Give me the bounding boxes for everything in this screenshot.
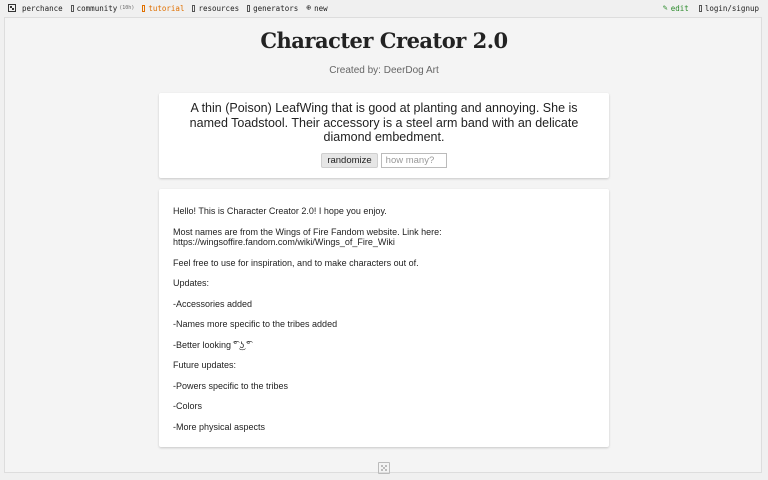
edit-link[interactable]: ✎ edit xyxy=(663,4,689,13)
top-navigation-bar: perchance community (10h) tutorial resou… xyxy=(0,0,768,16)
update-item: -Better looking ͡° ͜ʖ ͡° xyxy=(173,339,251,350)
description-names-source: Most names are from the Wings of Fire Fa… xyxy=(173,227,595,248)
nav-new-label: new xyxy=(314,3,328,13)
login-signup-link[interactable]: login/signup xyxy=(698,3,759,13)
description-intro: Hello! This is Character Creator 2.0! I … xyxy=(173,206,387,216)
nav-new[interactable]: ⊕ new xyxy=(306,4,327,13)
page-subtitle: Created by: DeerDog Art xyxy=(329,65,439,76)
nav-generators[interactable]: generators xyxy=(247,4,298,13)
page-title: Character Creator 2.0 xyxy=(260,28,508,53)
tutorial-icon xyxy=(142,4,146,12)
top-nav-left: perchance community (10h) tutorial resou… xyxy=(0,4,336,13)
login-icon xyxy=(698,4,702,12)
nav-resources[interactable]: resources xyxy=(192,4,239,13)
generator-controls: randomize xyxy=(177,152,591,168)
wiki-link[interactable]: https://wingsoffire.fandom.com/wiki/Wing… xyxy=(173,237,395,247)
generator-card: A thin (Poison) LeafWing that is good at… xyxy=(159,93,609,178)
description-card: Hello! This is Character Creator 2.0! I … xyxy=(159,189,609,447)
randomize-button[interactable]: randomize xyxy=(321,152,378,168)
login-label: login/signup xyxy=(704,3,759,13)
dice-logo-icon xyxy=(8,4,16,12)
how-many-input[interactable] xyxy=(380,152,447,168)
community-badge: (10h) xyxy=(119,5,135,11)
edit-label: edit xyxy=(670,3,689,13)
nav-community-label: community xyxy=(76,3,118,13)
edit-icon: ✎ xyxy=(662,3,668,12)
nav-resources-label: resources xyxy=(198,3,240,13)
nav-community[interactable]: community (10h) xyxy=(70,3,135,13)
nav-tutorial-label: tutorial xyxy=(148,3,185,13)
generators-icon xyxy=(247,4,251,12)
nav-generators-label: generators xyxy=(253,3,299,13)
community-icon xyxy=(70,4,74,12)
names-source-text: Most names are from the Wings of Fire Fa… xyxy=(173,226,442,237)
brand-link[interactable]: perchance xyxy=(8,4,63,13)
future-update-item: -Colors xyxy=(173,401,203,411)
plus-circle-icon: ⊕ xyxy=(306,3,312,12)
brand-label: perchance xyxy=(22,3,63,13)
future-update-item: -More physical aspects xyxy=(173,421,266,432)
future-updates-heading: Future updates: xyxy=(173,360,237,370)
top-nav-right: ✎ edit login/signup xyxy=(653,4,768,13)
footer-dice-icon[interactable] xyxy=(378,462,390,474)
description-usage: Feel free to use for inspiration, and to… xyxy=(173,257,419,268)
update-item: -Accessories added xyxy=(173,298,253,309)
nav-tutorial[interactable]: tutorial xyxy=(142,4,184,13)
generator-output: A thin (Poison) LeafWing that is good at… xyxy=(189,101,579,144)
resources-icon xyxy=(192,4,196,12)
update-item: -Names more specific to the tribes added xyxy=(173,319,338,329)
future-update-item: -Powers specific to the tribes xyxy=(173,380,289,391)
updates-heading: Updates: xyxy=(173,278,210,288)
